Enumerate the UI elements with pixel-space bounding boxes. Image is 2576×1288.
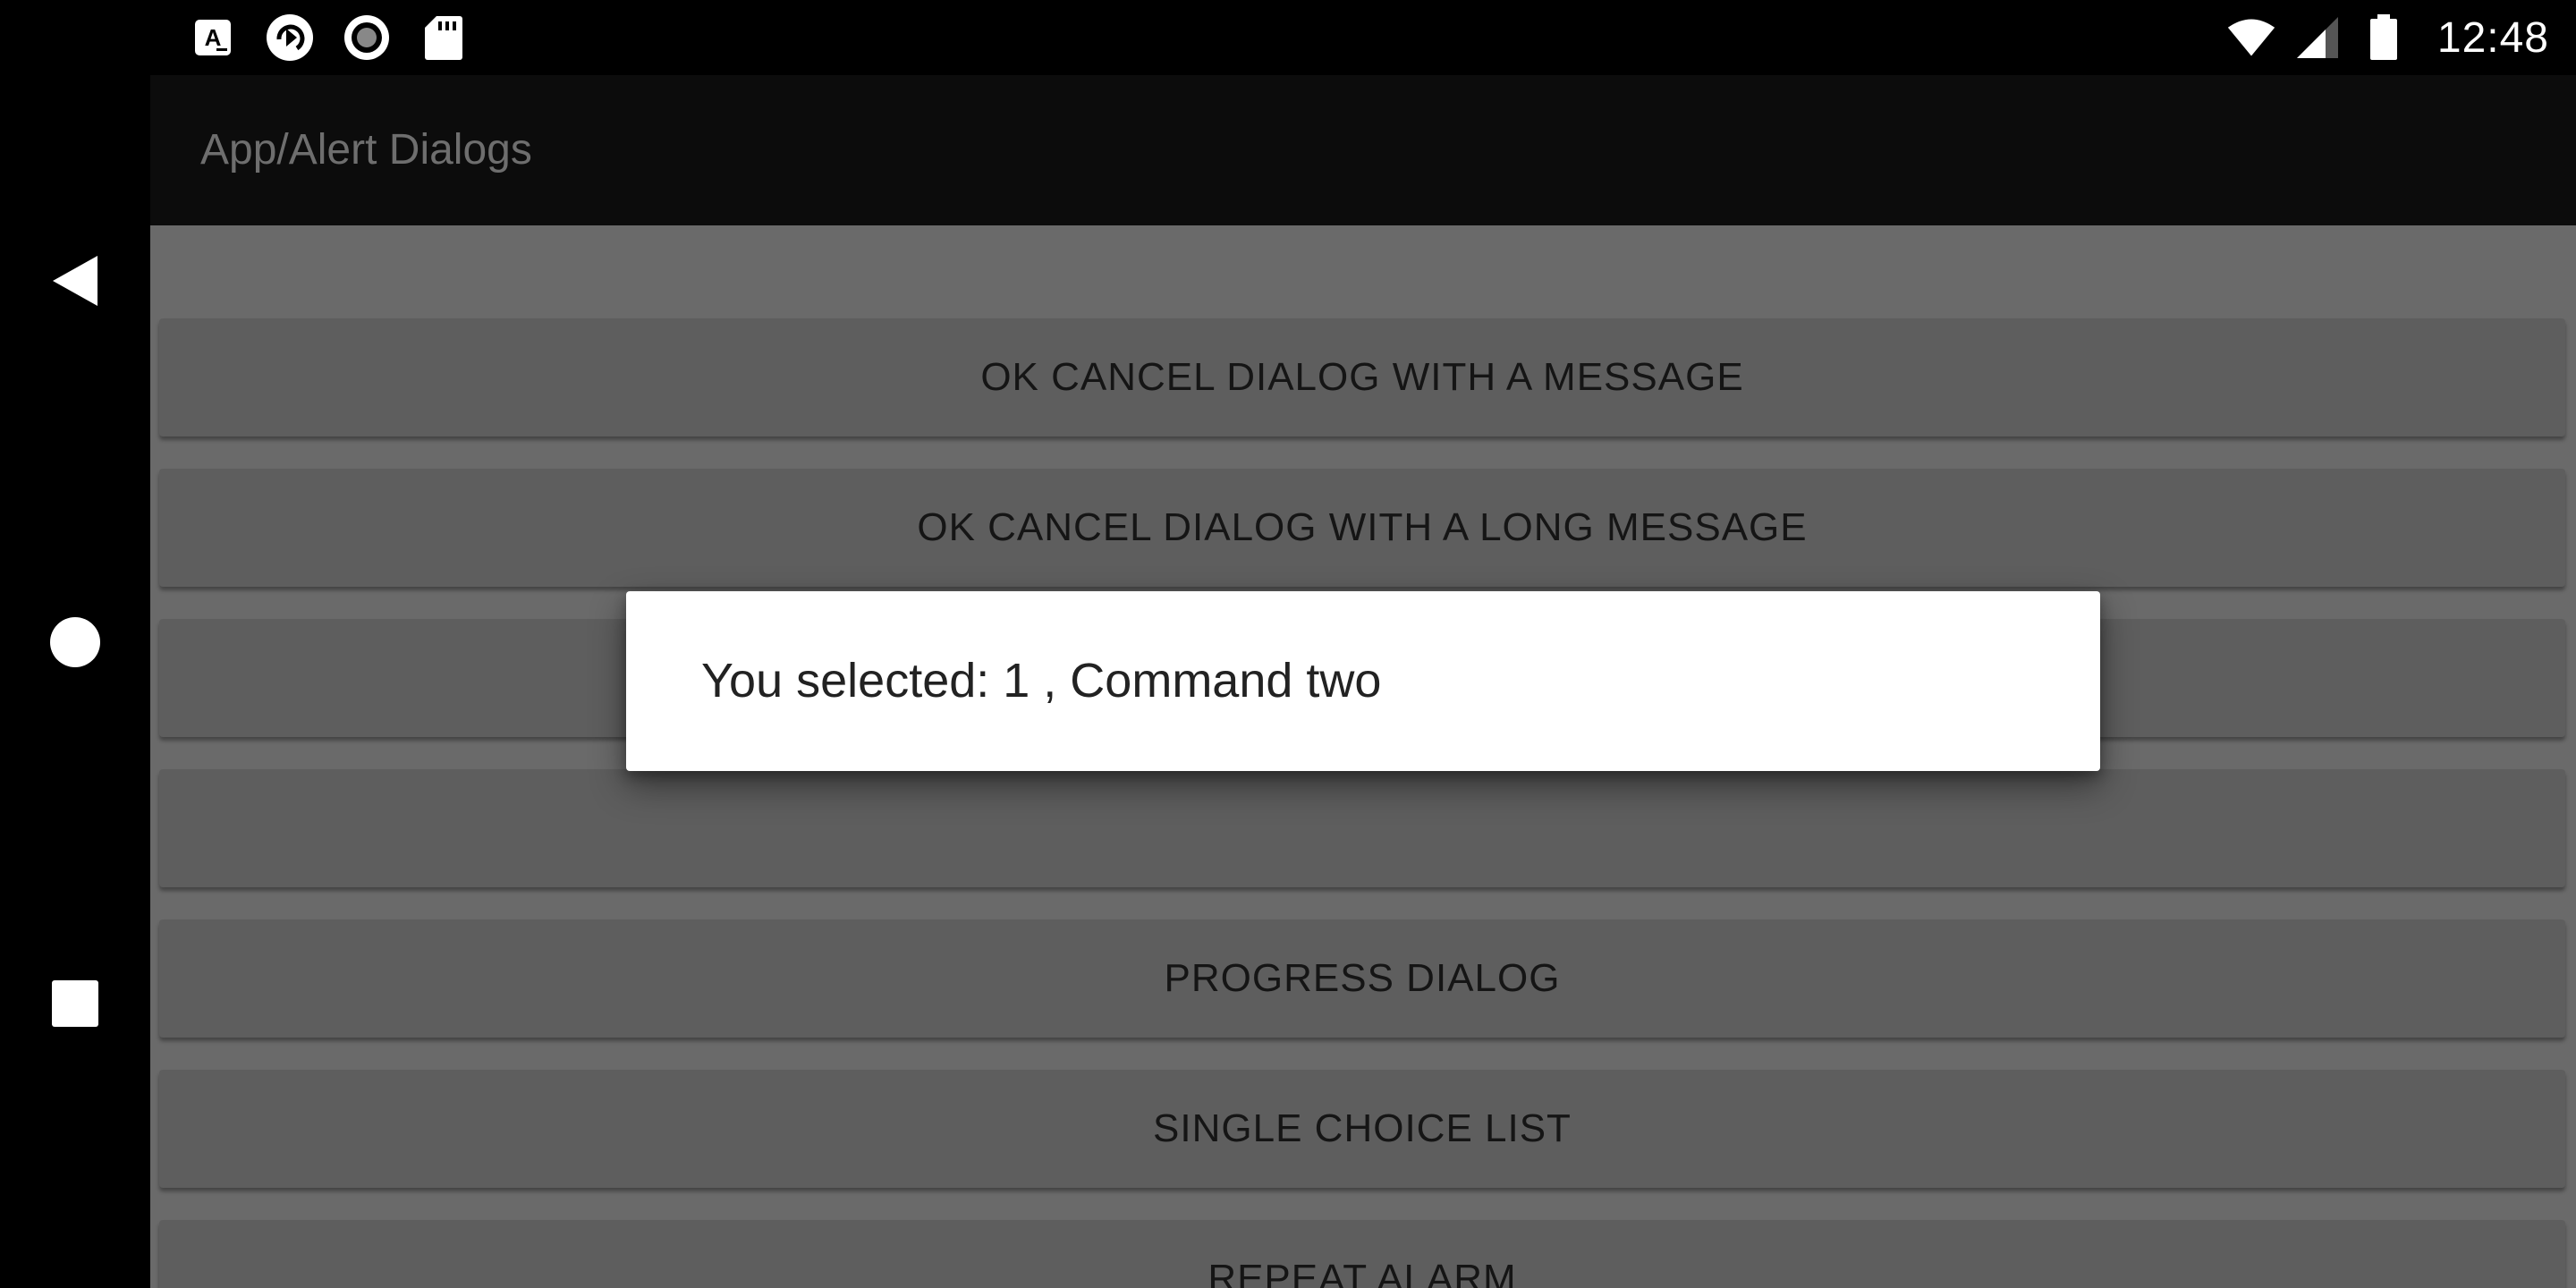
dialog-message: You selected: 1 , Command two xyxy=(701,654,1382,708)
battery-icon xyxy=(2359,13,2409,63)
sync-app-icon xyxy=(265,13,315,63)
progress-dialog-button[interactable]: PROGRESS DIALOG xyxy=(159,919,2565,1038)
cell-signal-icon xyxy=(2292,13,2343,63)
svg-text:A: A xyxy=(205,24,222,51)
sd-card-icon xyxy=(419,13,469,63)
alert-dialog[interactable]: You selected: 1 , Command two xyxy=(626,591,2100,771)
single-choice-list-button[interactable]: SINGLE CHOICE LIST xyxy=(159,1070,2565,1188)
wifi-icon xyxy=(2226,13,2276,63)
repeat-alarm-button[interactable]: REPEAT ALARM xyxy=(159,1220,2565,1288)
status-bar: A 12:48 xyxy=(0,0,2576,75)
clock: 12:48 xyxy=(2436,13,2549,62)
recents-icon xyxy=(51,979,99,1032)
notification-icons: A xyxy=(188,13,469,63)
list-dialog-button[interactable] xyxy=(159,769,2565,887)
ok-cancel-long-message-button[interactable]: OK CANCEL DIALOG WITH A LONG MESSAGE xyxy=(159,469,2565,587)
system-status: 12:48 xyxy=(2226,0,2549,75)
recents-button[interactable] xyxy=(36,966,114,1045)
back-icon xyxy=(51,254,99,312)
ok-cancel-message-button[interactable]: OK CANCEL DIALOG WITH A MESSAGE xyxy=(159,318,2565,436)
back-button[interactable] xyxy=(36,243,114,322)
home-icon xyxy=(49,616,101,673)
page-title: App/Alert Dialogs xyxy=(200,126,532,174)
home-button[interactable] xyxy=(36,605,114,683)
navigation-bar xyxy=(0,75,150,1288)
font-a-icon: A xyxy=(188,13,238,63)
record-icon xyxy=(342,13,392,63)
action-bar: App/Alert Dialogs xyxy=(150,75,2576,225)
